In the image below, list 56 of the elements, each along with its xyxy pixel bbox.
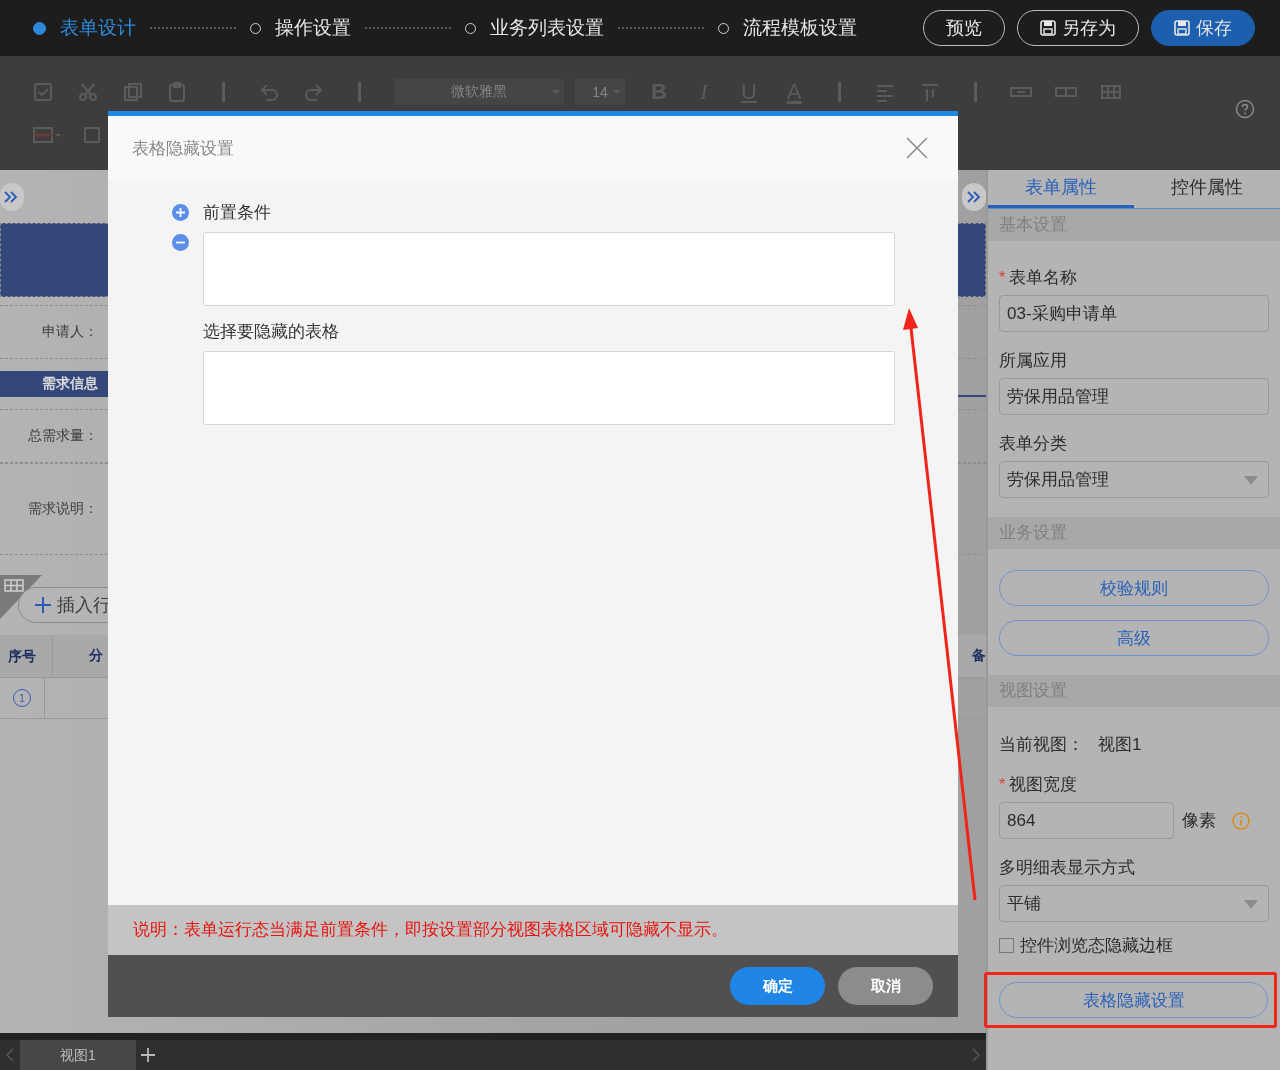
field-label: 多明细表显示方式 [999, 857, 1135, 879]
field-label: 当前视图： [999, 735, 1084, 754]
checkbox[interactable] [999, 938, 1014, 953]
valign-icon[interactable] [919, 81, 941, 103]
note-text: 说明：表单运行态当满足前置条件，即按设置部分视图表格区域可隐藏不显示。 [108, 905, 958, 955]
field-label: 表单名称 [1009, 267, 1078, 289]
font-select[interactable]: 微软雅黑 [394, 79, 564, 105]
save-button[interactable]: 保存 [1151, 10, 1255, 46]
section-header: 需求信息 [0, 371, 109, 397]
condition-field[interactable] [203, 232, 895, 306]
field-label: 所属应用 [999, 350, 1067, 372]
expand-icon[interactable] [962, 182, 986, 211]
copy-icon[interactable] [122, 81, 144, 103]
size-select[interactable]: 14 [575, 79, 625, 105]
field-label: 表单分类 [999, 433, 1067, 455]
text-field[interactable]: 03-采购申请单 [999, 295, 1269, 332]
field-label: 选择要隐藏的表格 [203, 321, 340, 343]
dropdown[interactable]: 平铺 [999, 885, 1269, 922]
dialog-title: 表格隐藏设置 [132, 137, 234, 160]
expand-icon[interactable] [0, 182, 24, 211]
checkbox-icon[interactable] [32, 81, 54, 103]
checkbox-label: 控件浏览态隐藏边框 [1020, 935, 1173, 957]
plus-icon[interactable] [35, 597, 51, 613]
table-color-icon[interactable] [32, 124, 62, 146]
step-tab[interactable]: 业务列表设置 [465, 15, 604, 41]
redo-icon[interactable] [303, 81, 325, 103]
step-tab[interactable]: 操作设置 [250, 15, 351, 41]
required-mark: * [999, 776, 1006, 794]
undo-icon[interactable] [258, 81, 280, 103]
panel-tab[interactable]: 控件属性 [1134, 170, 1280, 208]
grid-icon[interactable] [84, 124, 100, 146]
help-icon[interactable] [1235, 99, 1255, 119]
dropdown[interactable]: 劳保用品管理 [999, 461, 1269, 498]
required-mark: * [999, 269, 1006, 287]
info-icon[interactable] [1232, 811, 1250, 830]
view-tab[interactable]: 视图1 [20, 1040, 136, 1070]
field-label: 前置条件 [203, 202, 272, 224]
field-label: 视图宽度 [1009, 774, 1078, 796]
remove-condition-icon[interactable] [172, 234, 189, 251]
column-header: 序号 [0, 635, 53, 677]
add-condition-icon[interactable] [172, 204, 189, 221]
column-header: 分 [88, 647, 104, 665]
text-field[interactable]: 劳保用品管理 [999, 378, 1269, 415]
save-icon [1040, 20, 1056, 36]
cancel-button[interactable]: 取消 [838, 967, 933, 1005]
step-tab[interactable]: 表单设计 [33, 15, 136, 41]
text-field[interactable]: 864 [999, 802, 1174, 839]
save-icon [1174, 20, 1190, 36]
step-tab[interactable]: 流程模板设置 [718, 15, 857, 41]
unit-label: 像素 [1182, 810, 1216, 832]
close-icon[interactable] [906, 137, 928, 159]
table-select-field[interactable] [203, 351, 895, 425]
column-header: 备 [972, 647, 986, 665]
cut-icon[interactable] [77, 81, 99, 103]
field-value: 视图1 [1098, 735, 1142, 754]
confirm-button[interactable]: 确定 [730, 967, 825, 1005]
